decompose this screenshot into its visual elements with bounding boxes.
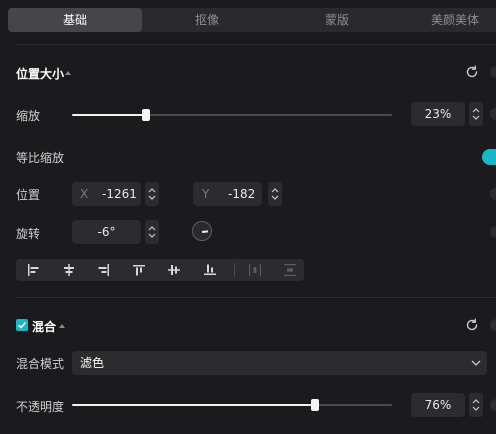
reset-icon[interactable] (464, 64, 480, 80)
opacity-slider-fill (72, 404, 316, 406)
opacity-stepper[interactable] (469, 393, 483, 417)
stepper-arrows-icon (271, 188, 279, 200)
stepper-arrows-icon (472, 399, 480, 411)
align-right-icon[interactable] (96, 262, 112, 278)
tab-basic[interactable]: 基础 (8, 8, 142, 32)
rotation-indicator (201, 230, 209, 233)
divider (16, 297, 496, 298)
blend-title: 混合 (32, 320, 57, 334)
rotation-knob[interactable] (192, 221, 212, 241)
alignment-toolbar (16, 259, 304, 281)
checkmark-icon (17, 321, 27, 329)
blend-checkbox[interactable] (16, 319, 28, 331)
align-horizontal-center-icon[interactable] (61, 262, 77, 278)
uniform-scale-toggle[interactable] (482, 149, 496, 165)
tab-cutout[interactable]: 抠像 (142, 8, 272, 32)
tab-mask[interactable]: 蒙版 (272, 8, 402, 32)
edge-handle (490, 108, 496, 120)
edge-handle (490, 66, 496, 78)
distribute-vertical-icon[interactable] (282, 262, 298, 278)
uniform-scale-label: 等比缩放 (16, 151, 65, 165)
chevron-down-icon (471, 360, 481, 366)
divider (16, 44, 496, 45)
align-left-icon[interactable] (25, 262, 41, 278)
toolbar-separator (234, 263, 235, 277)
scale-label: 缩放 (16, 109, 41, 123)
opacity-value-field[interactable]: 76% (411, 393, 465, 417)
position-x-value: -1261 (102, 187, 137, 201)
position-y-field[interactable]: Y -182 (193, 182, 262, 206)
position-size-title: 位置大小 (16, 67, 65, 81)
rotation-stepper[interactable] (145, 220, 159, 244)
rotation-label: 旋转 (16, 227, 41, 241)
edge-handle (490, 319, 496, 331)
opacity-label: 不透明度 (16, 400, 65, 414)
position-x-stepper[interactable] (145, 182, 159, 206)
align-top-icon[interactable] (131, 262, 147, 278)
opacity-slider[interactable] (72, 399, 392, 411)
x-axis-label: X (80, 187, 89, 201)
blend-mode-select[interactable]: 滤色 (72, 351, 487, 375)
position-y-value: -182 (228, 187, 256, 201)
opacity-slider-thumb[interactable] (311, 399, 320, 411)
blend-mode-value: 滤色 (80, 356, 105, 370)
stepper-arrows-icon (148, 226, 156, 238)
blend-mode-label: 混合模式 (16, 357, 65, 371)
collapse-caret-icon[interactable] (59, 324, 65, 328)
position-y-stepper[interactable] (268, 182, 282, 206)
distribute-horizontal-icon[interactable] (247, 262, 263, 278)
scale-stepper[interactable] (469, 102, 483, 126)
edge-handle (490, 226, 496, 238)
position-x-field[interactable]: X -1261 (72, 182, 141, 206)
scale-slider-fill (72, 114, 146, 116)
rotation-value-field[interactable]: -6° (72, 220, 141, 244)
position-label: 位置 (16, 188, 41, 202)
align-vertical-center-icon[interactable] (166, 262, 182, 278)
edge-handle (490, 188, 496, 200)
align-bottom-icon[interactable] (202, 262, 218, 278)
scale-value-field[interactable]: 23% (411, 102, 465, 126)
tab-bar: 基础 抠像 蒙版 美颜美体 (8, 8, 496, 32)
edge-handle (490, 399, 496, 411)
tab-beauty[interactable]: 美颜美体 (402, 8, 496, 32)
y-axis-label: Y (202, 187, 210, 201)
scale-slider-thumb[interactable] (141, 109, 150, 121)
scale-slider[interactable] (72, 109, 392, 121)
reset-icon[interactable] (464, 317, 480, 333)
stepper-arrows-icon (148, 188, 156, 200)
stepper-arrows-icon (472, 108, 480, 120)
collapse-caret-icon[interactable] (65, 71, 71, 75)
